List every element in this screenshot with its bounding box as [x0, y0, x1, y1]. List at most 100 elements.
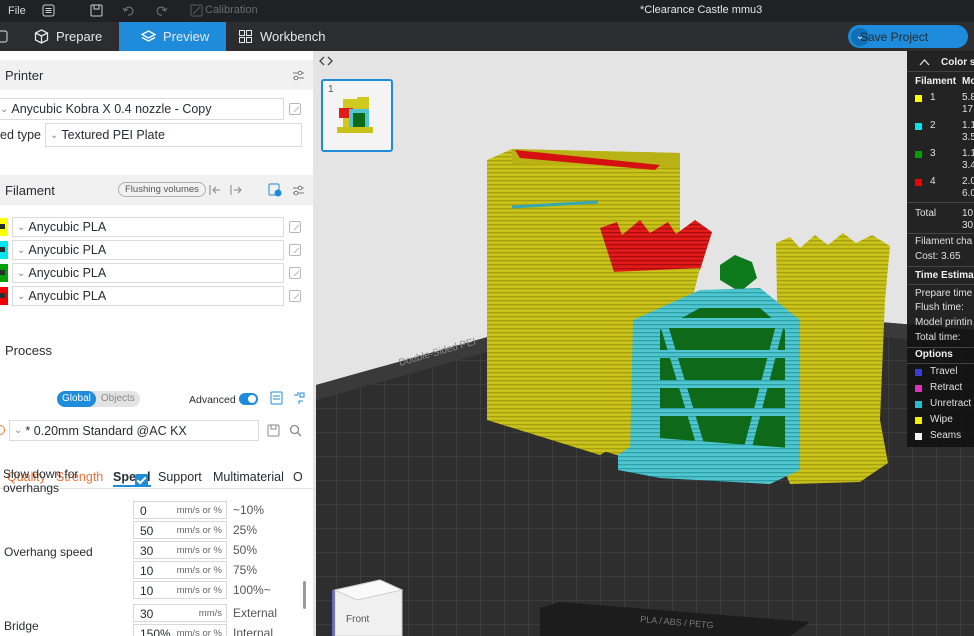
- bed-type-select[interactable]: ⌄ Textured PEI Plate: [45, 123, 302, 147]
- overhang-speed-input[interactable]: 10 mm/s or %: [133, 561, 227, 579]
- filament-color-swatch[interactable]: [0, 241, 8, 259]
- overhang-threshold-label: 100%~: [233, 583, 271, 597]
- cost-label: Cost: 3.65: [915, 251, 961, 262]
- title-bar: File Calibration *Clearance Castle mmu3: [0, 0, 974, 22]
- tab-workbench[interactable]: Workbench: [238, 22, 328, 51]
- preview-viewport[interactable]: Double-Sided PEI PLA / ABS / PETG Front: [313, 51, 974, 636]
- collapse-panel-icon[interactable]: [319, 55, 333, 67]
- bed-type-label: ed type: [0, 128, 42, 142]
- legend-val: 1.1: [962, 148, 974, 159]
- flush-time-label: Flush time:: [915, 302, 964, 313]
- settings-scrollbar[interactable]: [303, 581, 306, 609]
- filament-select[interactable]: ⌄ Anycubic PLA: [12, 217, 284, 237]
- option-travel[interactable]: Travel: [930, 366, 974, 377]
- search-icon[interactable]: [289, 424, 302, 437]
- plate-thumbnail[interactable]: 1: [321, 79, 393, 152]
- overhang-speed-input[interactable]: 50 mm/s or %: [133, 521, 227, 539]
- overhang-speed-input[interactable]: 10 mm/s or %: [133, 581, 227, 599]
- process-section-header: Process: [0, 335, 313, 365]
- menu-icon[interactable]: [42, 4, 55, 17]
- remove-filament-icon[interactable]: [208, 183, 222, 197]
- objects-segment[interactable]: Objects: [96, 391, 140, 407]
- edit-icon[interactable]: [289, 221, 301, 233]
- save-project-button[interactable]: ⌄ Save Project: [848, 25, 968, 48]
- filament-change-label: Filament cha: [915, 236, 973, 247]
- option-swatch[interactable]: [915, 433, 922, 440]
- input-value: 30: [140, 544, 154, 558]
- legend-swatch: [915, 95, 922, 102]
- option-swatch[interactable]: [915, 401, 922, 408]
- slow-down-overhangs-label: Slow down for overhangs: [3, 467, 79, 495]
- process-preset-select[interactable]: ⌄ * 0.20mm Standard @AC KX: [9, 420, 259, 441]
- option-swatch[interactable]: [915, 369, 922, 376]
- tab-preview[interactable]: Preview: [119, 22, 226, 51]
- filament-select[interactable]: ⌄ Anycubic PLA: [12, 286, 284, 306]
- input-value: 30: [140, 607, 154, 621]
- filament-color-swatch[interactable]: [0, 264, 8, 282]
- tab-support[interactable]: Support: [158, 470, 202, 484]
- process-preset-value: * 0.20mm Standard @AC KX: [25, 423, 187, 438]
- filament-select[interactable]: ⌄ Anycubic PLA: [12, 240, 284, 260]
- input-unit: mm/s or %: [176, 565, 222, 576]
- tab-multimaterial[interactable]: Multimaterial: [213, 470, 284, 484]
- cube-icon: [34, 29, 49, 44]
- printer-preset-select[interactable]: ⌄ Anycubic Kobra X 0.4 nozzle - Copy: [0, 98, 284, 120]
- calibration-icon[interactable]: [190, 4, 203, 17]
- chevron-down-icon: ⌄: [17, 267, 26, 279]
- settings-sliders-icon[interactable]: [292, 69, 305, 82]
- file-label: File: [8, 5, 26, 17]
- input-value: 10: [140, 564, 154, 578]
- tab-prepare[interactable]: Prepare: [34, 22, 118, 51]
- calibration-label[interactable]: Calibration: [205, 4, 258, 16]
- option-unretract[interactable]: Unretract: [930, 398, 974, 409]
- overhang-speed-input[interactable]: 0 mm/s or %: [133, 501, 227, 519]
- filament-sync-icon[interactable]: [268, 183, 282, 197]
- sync-icon[interactable]: [292, 391, 305, 405]
- option-wipe[interactable]: Wipe: [930, 414, 974, 425]
- advanced-toggle[interactable]: [239, 393, 258, 405]
- filament-select[interactable]: ⌄ Anycubic PLA: [12, 263, 284, 283]
- legend-divider: [907, 71, 974, 72]
- model-print-time-label: Model printin: [915, 317, 973, 328]
- tab-others[interactable]: O: [293, 470, 303, 484]
- option-swatch[interactable]: [915, 417, 922, 424]
- bridge-speed-input[interactable]: 150% mm/s or %: [133, 624, 227, 636]
- compare-icon[interactable]: [270, 391, 283, 405]
- settings-panel: Printer ⌄ Anycubic Kobra X 0.4 nozzle - …: [0, 51, 313, 636]
- redo-icon[interactable]: [155, 4, 168, 17]
- input-unit: mm/s or %: [176, 505, 222, 516]
- color-scheme-legend: Color s Filament Mo 1 5.8 17 2 1.1 3.5 3…: [907, 51, 974, 447]
- flushing-volumes-button[interactable]: Flushing volumes: [118, 182, 206, 197]
- edit-icon[interactable]: [289, 290, 301, 302]
- overhang-speed-input[interactable]: 30 mm/s or %: [133, 541, 227, 559]
- save-icon[interactable]: [90, 4, 103, 17]
- preview-scene: Double-Sided PEI PLA / ABS / PETG Front: [316, 149, 974, 636]
- filament-section-header: Filament Flushing volumes: [0, 175, 313, 205]
- option-seams[interactable]: Seams: [930, 430, 974, 441]
- edit-icon[interactable]: [289, 244, 301, 256]
- global-segment[interactable]: Global: [57, 391, 96, 407]
- option-swatch[interactable]: [915, 385, 922, 392]
- total-time-label: Total time:: [915, 332, 961, 343]
- bridge-speed-input[interactable]: 30 mm/s: [133, 604, 227, 622]
- home-icon[interactable]: [0, 30, 10, 43]
- save-icon[interactable]: [267, 424, 280, 437]
- legend-divider: [907, 266, 974, 267]
- filament-color-swatch[interactable]: [0, 218, 8, 236]
- filament-color-swatch[interactable]: [0, 287, 8, 305]
- option-retract[interactable]: Retract: [930, 382, 974, 393]
- file-menu[interactable]: File: [8, 5, 26, 17]
- input-value: 150%: [140, 627, 171, 636]
- add-filament-icon[interactable]: [229, 183, 243, 197]
- edit-icon[interactable]: [289, 267, 301, 279]
- chevron-up-icon[interactable]: [919, 58, 930, 66]
- undo-icon[interactable]: [122, 4, 135, 17]
- edit-icon[interactable]: [289, 103, 301, 115]
- settings-sliders-icon[interactable]: [292, 184, 305, 197]
- view-cube[interactable]: Front: [332, 579, 404, 636]
- input-value: 0: [140, 504, 147, 518]
- legend-val: 17: [962, 104, 974, 115]
- legend-divider: [907, 233, 974, 234]
- input-unit: mm/s or %: [176, 525, 222, 536]
- slow-down-overhangs-checkbox[interactable]: [135, 474, 148, 487]
